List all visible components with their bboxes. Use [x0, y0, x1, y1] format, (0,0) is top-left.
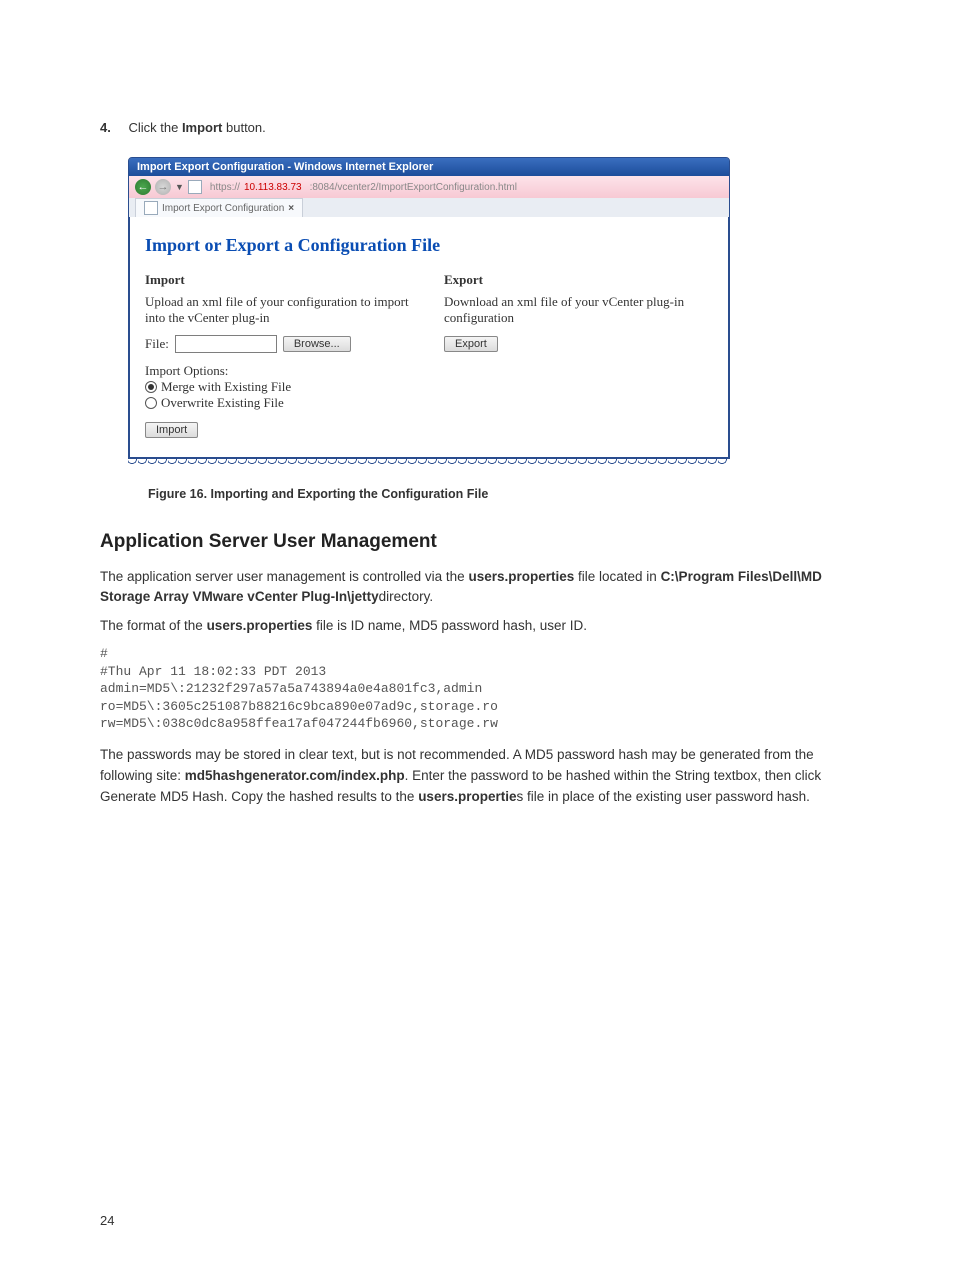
page-heading: Import or Export a Configuration File: [145, 235, 713, 256]
para3-b: md5hashgenerator.com/index.php: [185, 768, 405, 783]
export-desc: Download an xml file of your vCenter plu…: [444, 294, 713, 327]
import-desc: Upload an xml file of your configuration…: [145, 294, 414, 327]
browser-window: Import Export Configuration - Windows In…: [128, 157, 730, 459]
para2-a: The format of the: [100, 618, 207, 633]
para1-e: directory.: [379, 589, 434, 604]
url-host: 10.113.83.73: [244, 182, 302, 193]
browser-tabstrip: Import Export Configuration ×: [129, 198, 729, 217]
code-block: # #Thu Apr 11 18:02:33 PDT 2013 admin=MD…: [100, 645, 854, 733]
radio-overwrite[interactable]: [145, 397, 157, 409]
opt-merge-label: Merge with Existing File: [161, 379, 291, 395]
browser-tab[interactable]: Import Export Configuration ×: [135, 198, 303, 217]
para1: The application server user management i…: [100, 567, 854, 609]
opt-merge-row[interactable]: Merge with Existing File: [145, 379, 414, 395]
torn-edge: [128, 459, 728, 467]
file-label: File:: [145, 336, 169, 352]
opt-overwrite-row[interactable]: Overwrite Existing File: [145, 395, 414, 411]
nav-forward-icon[interactable]: →: [155, 179, 171, 195]
tab-close-icon[interactable]: ×: [288, 203, 294, 214]
section-heading: Application Server User Management: [100, 531, 854, 553]
para1-b: users.properties: [468, 569, 574, 584]
tab-page-icon: [144, 201, 158, 215]
import-title: Import: [145, 272, 414, 288]
step-text-bold: Import: [182, 120, 222, 135]
para1-c: file located in: [574, 569, 660, 584]
browse-button[interactable]: Browse...: [283, 336, 351, 352]
figure-caption: Figure 16. Importing and Exporting the C…: [148, 487, 854, 501]
step-number: 4.: [100, 120, 111, 135]
url-rest: :8084/vcenter2/ImportExportConfiguration…: [310, 182, 517, 193]
opt-overwrite-label: Overwrite Existing File: [161, 395, 284, 411]
import-button[interactable]: Import: [145, 422, 198, 438]
step-line: 4. Click the Import button.: [100, 120, 854, 135]
url-prefix: https://: [210, 182, 240, 193]
para2-c: file is ID name, MD5 password hash, user…: [312, 618, 587, 633]
page-number: 24: [100, 1213, 114, 1228]
import-column: Import Upload an xml file of your config…: [145, 272, 414, 438]
para1-a: The application server user management i…: [100, 569, 468, 584]
page-icon: [188, 180, 202, 194]
export-column: Export Download an xml file of your vCen…: [444, 272, 713, 438]
nav-dropdown-icon[interactable]: ▼: [175, 182, 184, 192]
tab-label: Import Export Configuration: [162, 203, 284, 214]
export-button[interactable]: Export: [444, 336, 498, 352]
step-text-b: button.: [222, 120, 265, 135]
para3-e: s file in place of the existing user pas…: [516, 789, 809, 804]
browser-content: Import or Export a Configuration File Im…: [129, 217, 729, 458]
nav-back-icon[interactable]: ←: [135, 179, 151, 195]
browser-navbar: ← → ▼ https:// 10.113.83.73 :8084/vcenter2…: [129, 176, 729, 198]
step-text-a: Click the: [128, 120, 181, 135]
browser-titlebar: Import Export Configuration - Windows In…: [129, 158, 729, 176]
export-title: Export: [444, 272, 713, 288]
import-options-label: Import Options:: [145, 363, 414, 379]
para3: The passwords may be stored in clear tex…: [100, 745, 854, 808]
para2: The format of the users.properties file …: [100, 616, 854, 637]
para2-b: users.properties: [207, 618, 313, 633]
file-input[interactable]: [175, 335, 277, 353]
radio-merge[interactable]: [145, 381, 157, 393]
para3-d: users.propertie: [418, 789, 516, 804]
